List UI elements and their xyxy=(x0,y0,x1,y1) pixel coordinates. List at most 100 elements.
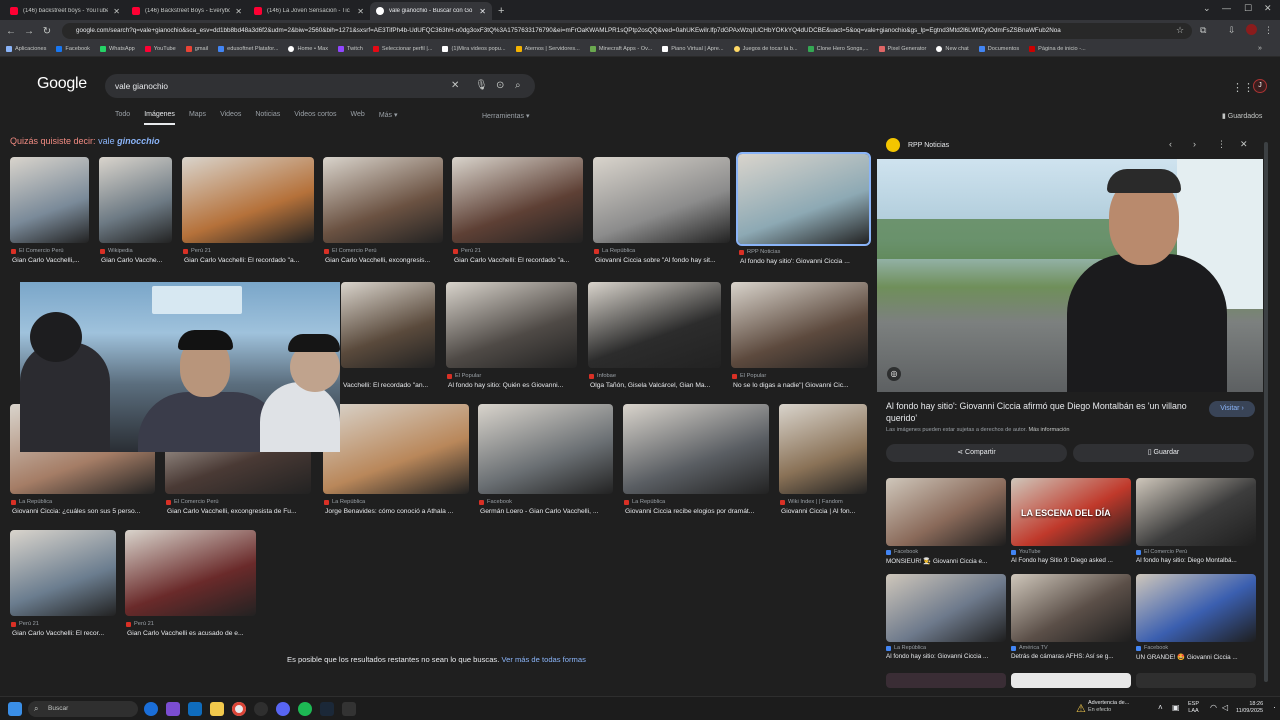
close-tab-icon[interactable]: ✕ xyxy=(357,7,364,16)
bookmark-item[interactable]: Home • Max xyxy=(288,46,328,52)
related-thumbnail[interactable] xyxy=(886,478,1006,546)
clear-icon[interactable]: ✕ xyxy=(451,74,459,98)
minimize-icon[interactable]: — xyxy=(1222,3,1231,13)
store-icon[interactable] xyxy=(166,702,180,716)
windows-start-icon[interactable] xyxy=(8,702,22,716)
tab-mas[interactable]: Más ▾ xyxy=(379,111,398,125)
related-image-partial[interactable] xyxy=(886,673,1006,688)
tools-button[interactable]: Herramientas ▾ xyxy=(482,112,529,120)
related-image[interactable]: La República Al fondo hay sitio: Giovanni… xyxy=(886,574,1006,660)
outlook-icon[interactable] xyxy=(188,702,202,716)
panel-source[interactable]: RPP Noticias xyxy=(908,142,949,149)
related-title[interactable]: UN GRANDE! 🤩 Giovanni Ciccia ... xyxy=(1136,653,1256,661)
more-info-link[interactable]: Más información xyxy=(1028,427,1069,433)
result-title[interactable]: Germán Loero - Gian Carlo Vacchelli, ... xyxy=(480,508,621,515)
browser-tab[interactable]: (146) Backstreet Boys - Everybo ✕ xyxy=(126,2,248,20)
tab-maps[interactable]: Maps xyxy=(189,111,206,125)
reload-icon[interactable]: ↻ xyxy=(40,26,54,37)
extensions-icon[interactable]: ⧉ xyxy=(1200,25,1206,36)
chatgpt-icon[interactable] xyxy=(254,702,268,716)
search-icon[interactable]: ⌕ xyxy=(515,74,521,98)
tab-videos[interactable]: Videos xyxy=(220,111,241,125)
result-title[interactable]: Giovanni Ciccia: ¿cuáles son sus 5 perso… xyxy=(12,508,163,515)
new-tab-button[interactable]: + xyxy=(498,5,504,17)
result-title[interactable]: Gian Carlo Vacche... xyxy=(101,257,180,264)
tab-imagenes[interactable]: Imágenes xyxy=(144,111,175,125)
related-image[interactable]: LA ESCENA DEL DÍA YouTube Al Fondo hay Sit… xyxy=(1011,478,1131,564)
bookmark-item[interactable]: YouTube xyxy=(144,46,176,52)
result-title[interactable]: Al fondo hay sitio': Giovanni Ciccia ... xyxy=(740,258,877,265)
browser-tab-active[interactable]: vale gianochio - Buscar con Go ✕ xyxy=(370,2,492,20)
close-tab-icon[interactable]: ✕ xyxy=(479,7,486,16)
bookmark-item[interactable]: Clone Hero Songs,... xyxy=(807,46,869,52)
panel-scrollbar[interactable] xyxy=(1264,142,1268,682)
bookmark-item[interactable]: (1)Mira videos popu... xyxy=(442,46,506,52)
related-image[interactable]: Facebook UN GRANDE! 🤩 Giovanni Ciccia ... xyxy=(1136,574,1256,661)
bookmark-item[interactable]: Aternos | Servidores... xyxy=(515,46,580,52)
result-thumbnail[interactable] xyxy=(478,404,613,494)
browser-tab[interactable]: (146) backstreet boys - YouTube ✕ xyxy=(4,2,126,20)
discord-icon[interactable] xyxy=(276,702,290,716)
bookmark-star-icon[interactable]: ☆ xyxy=(1176,25,1184,36)
result-title[interactable]: No se lo digas a nadie"| Giovanni Cic... xyxy=(733,382,876,389)
related-image-partial[interactable] xyxy=(1136,673,1256,688)
result-title[interactable]: Gian Carlo Vacchelli,... xyxy=(12,257,97,264)
result-thumbnail[interactable] xyxy=(588,282,721,368)
back-icon[interactable]: ← xyxy=(4,26,18,37)
result-thumbnail[interactable] xyxy=(446,282,577,368)
result-thumbnail[interactable] xyxy=(10,530,116,616)
more-options-icon[interactable]: ⋮ xyxy=(1217,139,1226,150)
explorer-icon[interactable] xyxy=(210,702,224,716)
bookmark-item[interactable]: Pixel Generator xyxy=(878,46,926,52)
bookmark-item[interactable]: Facebook xyxy=(56,46,90,52)
chrome-icon[interactable] xyxy=(232,702,246,716)
result-title[interactable]: Jorge Benavides: cómo conoció a Athala .… xyxy=(325,508,477,515)
tab-noticias[interactable]: Noticias xyxy=(255,111,280,125)
bookmark-item[interactable]: Aplicaciones xyxy=(6,46,46,52)
bookmark-item[interactable]: Twitch xyxy=(338,46,363,52)
browser-tab[interactable]: (146) La Joven Sensacion - Tic T ✕ xyxy=(248,2,370,20)
bookmark-item[interactable]: New chat xyxy=(936,46,969,52)
related-image-partial[interactable] xyxy=(1011,673,1131,688)
result-thumbnail[interactable] xyxy=(779,404,867,494)
forward-icon[interactable]: → xyxy=(22,26,36,37)
related-thumbnail[interactable] xyxy=(886,574,1006,642)
result-title[interactable]: Gian Carlo Vacchelli, excongresis... xyxy=(325,257,451,264)
related-image[interactable]: Facebook MONSIEUR! 👨‍🍳 Giovanni Ciccia e.… xyxy=(886,478,1006,565)
result-thumbnail[interactable] xyxy=(99,157,172,243)
related-image[interactable]: América TV Detrás de cámaras AFHS: Así se… xyxy=(1011,574,1131,660)
result-thumbnail[interactable] xyxy=(736,152,871,246)
related-thumbnail[interactable]: LA ESCENA DEL DÍA xyxy=(1011,478,1131,546)
previous-icon[interactable]: ‹ xyxy=(1169,139,1172,149)
lens-icon[interactable]: ⊙ xyxy=(496,74,504,98)
result-title[interactable]: Giovanni Ciccia sobre "Al fondo hay sit.… xyxy=(595,257,738,264)
system-clock[interactable]: 18:26 11/09/2025 xyxy=(1236,701,1263,715)
panel-title[interactable]: Al fondo hay sitio': Giovanni Ciccia afi… xyxy=(886,400,1196,424)
google-logo[interactable]: Google xyxy=(37,75,87,93)
bookmark-item[interactable]: edusoftnet Platafor... xyxy=(218,46,278,52)
volume-icon[interactable]: ◁ xyxy=(1222,703,1228,712)
related-title[interactable]: Al fondo hay sitio: Giovanni Ciccia ... xyxy=(886,653,1006,660)
search-input[interactable]: vale gianochio ✕ 🎙 ⊙ ⌕ xyxy=(105,74,535,98)
related-thumbnail[interactable] xyxy=(1011,574,1131,642)
visit-button[interactable]: Visitar › xyxy=(1209,401,1255,417)
bookmark-item[interactable]: WhatsApp xyxy=(99,46,135,52)
profile-avatar[interactable] xyxy=(1246,24,1257,35)
share-button[interactable]: ⋖ Compartir xyxy=(886,444,1067,462)
saved-button[interactable]: ▮ Guardados xyxy=(1222,112,1262,120)
edge-icon[interactable] xyxy=(144,702,158,716)
close-tab-icon[interactable]: ✕ xyxy=(235,7,242,16)
maximize-icon[interactable]: ☐ xyxy=(1244,3,1252,14)
see-more-link[interactable]: Ver más de todas formas xyxy=(501,655,585,664)
address-bar[interactable]: google.com/search?q=vale+gianochio&sca_e… xyxy=(62,23,1192,39)
tab-search-icon[interactable]: ⌄ xyxy=(1203,3,1211,14)
tray-app-icon[interactable]: ▣ xyxy=(1172,703,1180,712)
result-thumbnail[interactable] xyxy=(323,157,443,243)
tab-todo[interactable]: Todo xyxy=(115,111,130,125)
wifi-icon[interactable]: ◠ xyxy=(1210,703,1217,712)
suggestion-link[interactable]: vale ginocchio xyxy=(98,136,160,146)
steam-icon[interactable] xyxy=(320,702,334,716)
bookmark-item[interactable]: Página de inicio -... xyxy=(1029,46,1086,52)
menu-icon[interactable]: ⋮ xyxy=(1264,25,1273,36)
result-thumbnail[interactable] xyxy=(323,404,469,494)
